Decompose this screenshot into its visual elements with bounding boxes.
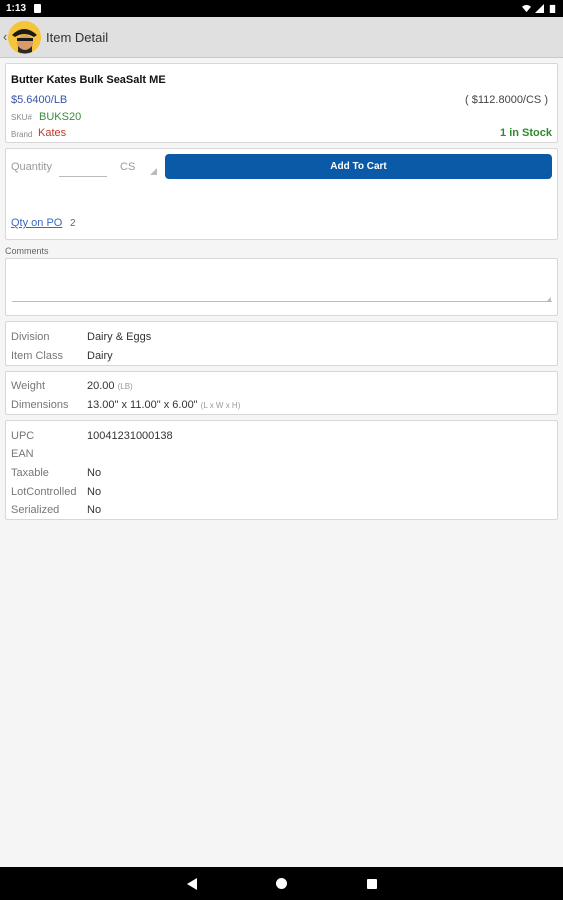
dimensions-value: 13.00" x 11.00" x 6.00" (87, 399, 198, 411)
item-case-price: ( $112.8000/CS ) (465, 94, 548, 106)
uom-dropdown-icon[interactable] (150, 168, 157, 175)
taxable-label: Taxable (11, 467, 49, 479)
nav-back-icon[interactable] (187, 878, 197, 890)
serialized-value: No (87, 504, 102, 516)
battery-icon (549, 4, 556, 13)
qty-on-po-link[interactable]: Qty on PO (11, 217, 62, 229)
lot-controlled-label: LotControlled (11, 486, 77, 498)
weight-label: Weight (11, 380, 46, 392)
stock-status: 1 in Stock (500, 127, 552, 139)
item-class-value: Dairy (87, 350, 113, 362)
qty-on-po-value: 2 (70, 218, 76, 229)
division-label: Division (11, 331, 50, 343)
page-title: Item Detail (46, 30, 109, 45)
weight-value: 20.00 (87, 380, 115, 392)
weight-unit: (LB) (117, 382, 133, 391)
sku-value: BUKS20 (39, 111, 82, 123)
nav-recents-icon[interactable] (367, 879, 377, 889)
physical-card: Weight 20.00 (LB) Dimensions 13.00" x 11… (5, 371, 558, 415)
uom-select[interactable]: CS (120, 161, 135, 173)
status-bar: 1:13 (0, 0, 563, 17)
dimensions-label: Dimensions (11, 399, 69, 411)
quantity-label: Quantity (11, 161, 52, 173)
lot-controlled-value: No (87, 486, 102, 498)
ean-label: EAN (11, 448, 34, 460)
system-nav-bar (0, 867, 563, 900)
text-resize-icon (546, 297, 551, 302)
comments-card (5, 258, 558, 316)
item-class-label: Item Class (11, 350, 63, 362)
taxable-value: No (87, 467, 102, 479)
sku-label: SKU# (11, 113, 32, 122)
pirate-logo-icon (8, 21, 41, 54)
wifi-icon (522, 4, 531, 13)
brand-label: Brand (11, 130, 33, 139)
comments-input[interactable] (12, 301, 552, 302)
upc-value: 10041231000138 (87, 430, 173, 442)
app-header: ‹ Item Detail (0, 17, 563, 58)
comments-label: Comments (5, 246, 49, 256)
brand-value: Kates (38, 127, 67, 139)
item-name: Butter Kates Bulk SeaSalt ME (11, 74, 166, 86)
nav-home-icon[interactable] (276, 878, 287, 889)
division-value: Dairy & Eggs (87, 331, 152, 343)
classification-card: Division Dairy & Eggs Item Class Dairy (5, 321, 558, 366)
serialized-label: Serialized (11, 504, 60, 516)
status-time: 1:13 (6, 3, 27, 14)
signal-icon (535, 4, 544, 13)
attributes-card: UPC 10041231000138 EAN Taxable No LotCon… (5, 420, 558, 520)
upc-label: UPC (11, 430, 35, 442)
dimensions-unit: (L x W x H) (200, 401, 241, 410)
app-logo[interactable] (8, 21, 41, 54)
quantity-input[interactable] (59, 157, 107, 177)
item-price: $5.6400/LB (11, 94, 68, 106)
order-card: Quantity CS Add To Cart Qty on PO 2 (5, 148, 558, 240)
sd-card-icon (34, 4, 42, 13)
back-chevron-icon[interactable]: ‹ (3, 29, 7, 44)
item-summary-card: Butter Kates Bulk SeaSalt ME $5.6400/LB … (5, 63, 558, 143)
add-to-cart-button[interactable]: Add To Cart (165, 154, 552, 179)
